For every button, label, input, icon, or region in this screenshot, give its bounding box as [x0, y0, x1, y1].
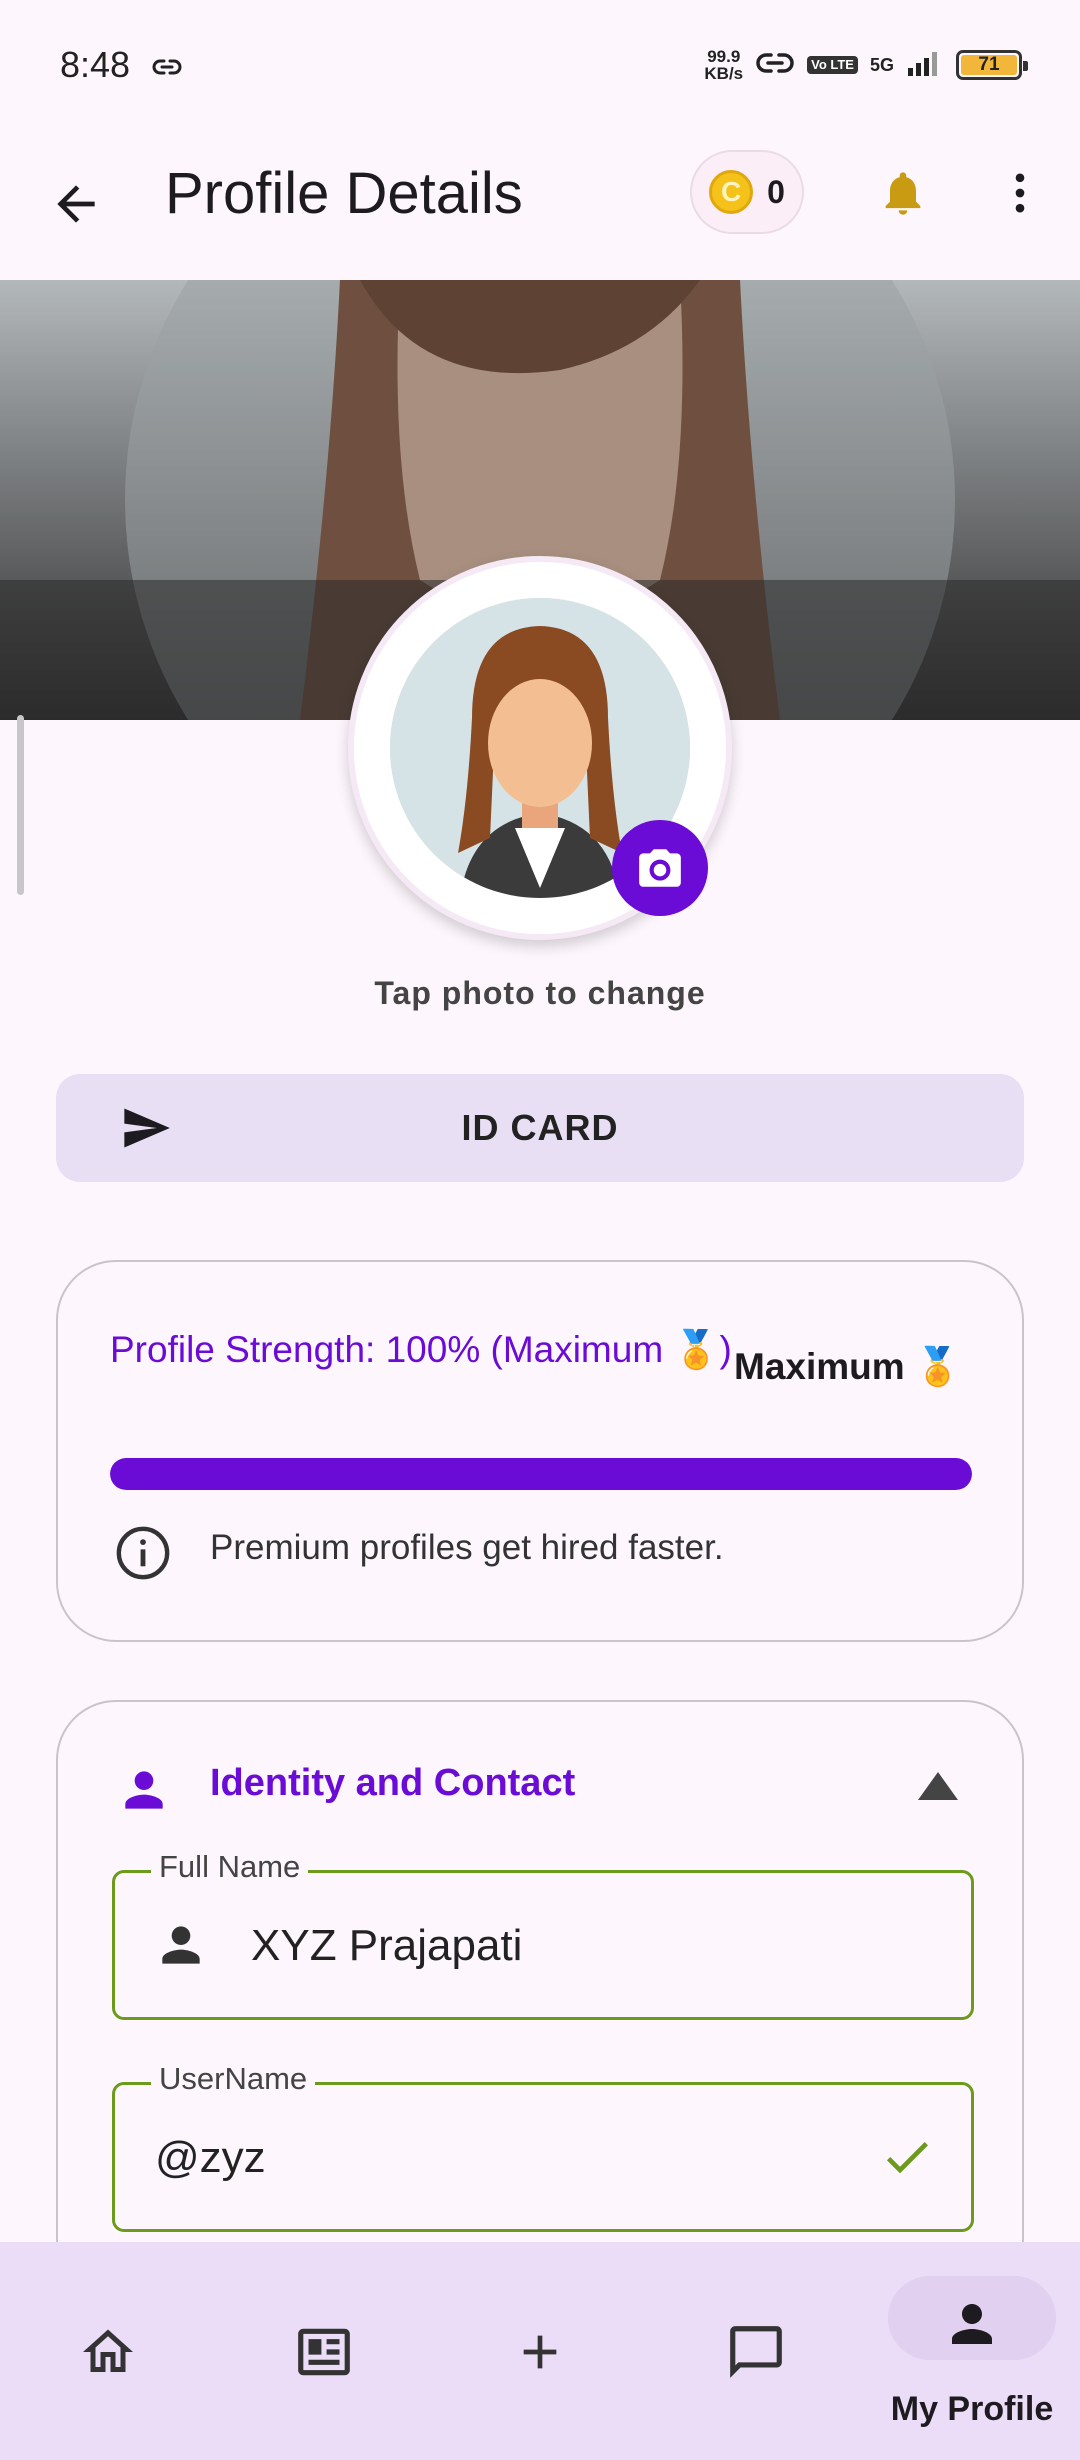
- bell-icon: [885, 172, 921, 215]
- profile-strength-badge: Maximum 🏅: [734, 1346, 962, 1387]
- network-speed: 99.9 KB/s: [704, 47, 744, 83]
- username-field[interactable]: UserName @zyz: [112, 2061, 974, 2232]
- check-icon: [886, 2142, 928, 2174]
- coin-icon: C: [709, 170, 754, 214]
- app-bar: Profile Details C 0: [0, 130, 1080, 280]
- nav-chat[interactable]: [648, 2242, 864, 2460]
- progress-fill: [110, 1458, 972, 1490]
- profile-strength-card: Profile Strength: 100% (Maximum 🏅) Maxim…: [56, 1260, 1024, 1642]
- profile-strength-title: Profile Strength: 100% (Maximum 🏅): [110, 1329, 732, 1370]
- person-icon: [125, 1771, 163, 1809]
- full-name-value[interactable]: XYZ Prajapati: [251, 1921, 522, 1971]
- camera-icon: [639, 849, 681, 887]
- home-icon: [76, 2320, 140, 2384]
- full-name-field[interactable]: Full Name XYZ Prajapati: [112, 1849, 974, 2020]
- username-value[interactable]: @zyz: [155, 2133, 266, 2183]
- identity-section-title: Identity and Contact: [210, 1762, 576, 1804]
- link-icon: [152, 44, 182, 86]
- username-label: UserName: [151, 2061, 316, 2097]
- nav-feed[interactable]: [216, 2242, 432, 2460]
- scroll-indicator: [17, 715, 24, 895]
- change-photo-button[interactable]: [612, 820, 708, 916]
- id-card-label: ID CARD: [461, 1107, 619, 1148]
- status-bar: 8:48 99.9 KB/s Vo LTE 5G 71: [0, 0, 1080, 130]
- coin-count: 0: [767, 173, 785, 210]
- coin-balance-chip[interactable]: C 0: [690, 150, 804, 234]
- full-name-label: Full Name: [151, 1849, 309, 1885]
- battery-icon: 71: [956, 50, 1028, 80]
- more-vert-icon: [1015, 173, 1025, 213]
- back-button[interactable]: [40, 168, 112, 240]
- nav-my-profile[interactable]: My Profile: [864, 2242, 1080, 2460]
- nav-my-profile-label: My Profile: [890, 2390, 1054, 2428]
- feed-icon: [292, 2320, 356, 2384]
- nav-add[interactable]: [432, 2242, 648, 2460]
- add-icon: [508, 2320, 572, 2384]
- premium-tip: Premium profiles get hired faster.: [210, 1528, 724, 1567]
- signal-icon: [906, 48, 944, 83]
- page-title: Profile Details: [165, 161, 523, 226]
- more-options-button[interactable]: [990, 158, 1050, 228]
- id-card-button[interactable]: ID CARD: [56, 1074, 1024, 1182]
- network-type: 5G: [869, 54, 894, 75]
- nav-home[interactable]: [0, 2242, 216, 2460]
- arrow-back-icon: [57, 185, 95, 223]
- person-icon: [162, 1926, 200, 1964]
- tap-photo-hint: Tap photo to change: [374, 975, 706, 1011]
- volte-icon: Vo LTE: [807, 56, 858, 74]
- chat-icon: [724, 2320, 788, 2384]
- collapse-arrow-icon[interactable]: [916, 1768, 960, 1804]
- bottom-navigation: My Profile: [0, 2242, 1080, 2460]
- hotspot-link-icon: [755, 49, 795, 82]
- person-icon: [940, 2292, 1004, 2356]
- info-icon: [116, 1526, 170, 1580]
- send-icon: [124, 1108, 170, 1148]
- notifications-button[interactable]: [868, 158, 938, 228]
- profile-strength-progress: [110, 1458, 972, 1490]
- status-time: 8:48: [60, 44, 131, 85]
